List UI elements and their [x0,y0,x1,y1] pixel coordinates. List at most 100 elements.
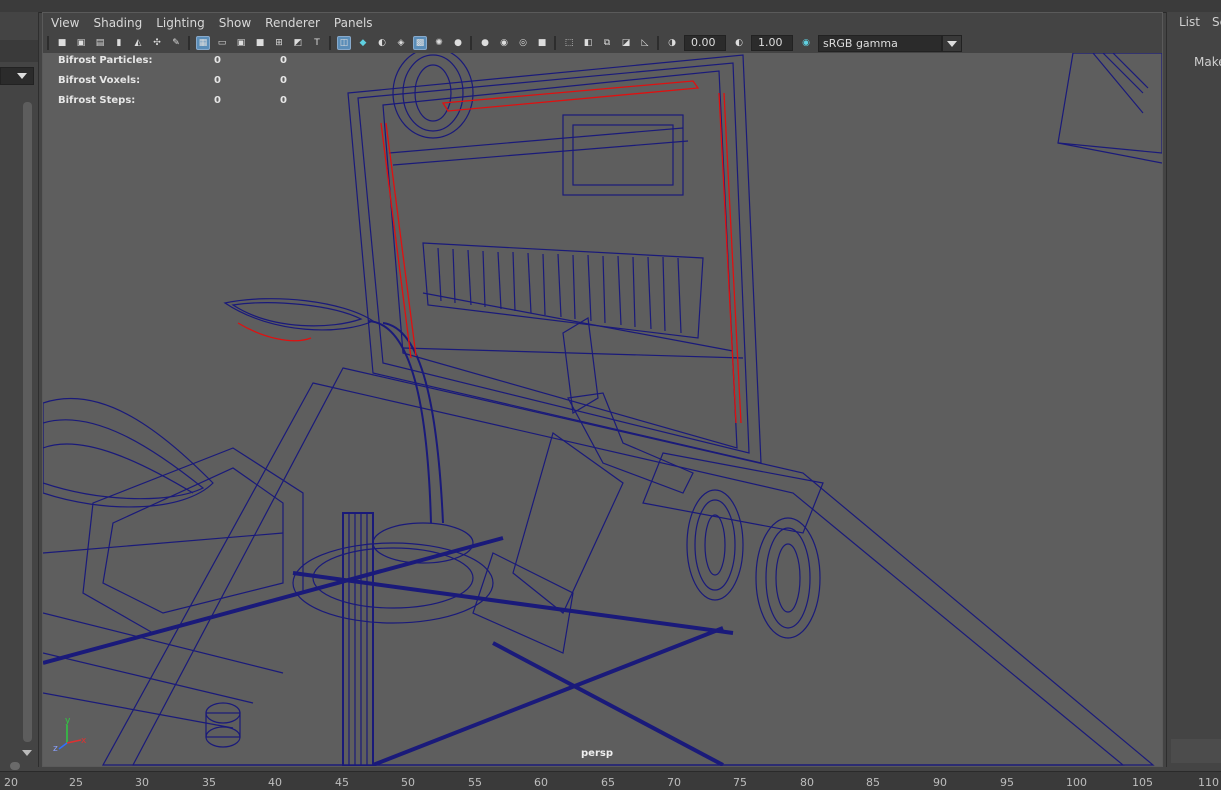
timeline-tick: 65 [601,776,615,789]
horizontal-scroll-handle[interactable] [10,762,20,770]
timeline-tick: 25 [69,776,83,789]
screen-space-ao-icon[interactable]: ● [478,36,492,50]
hud-row: Bifrost Particles: 0 0 [58,55,287,75]
bookmark-icon[interactable]: ▮ [112,36,126,50]
grease-pencil-icon[interactable]: ✎ [169,36,183,50]
exposure-field[interactable]: 0.00 [684,35,726,51]
axis-z-label: z [53,744,58,753]
field-chart-icon[interactable]: ⊞ [272,36,286,50]
right-panel-footer [1171,739,1221,763]
timeline-tick: 70 [667,776,681,789]
xray-active-icon[interactable]: ⧉ [600,36,614,50]
menu-view[interactable]: View [51,16,79,30]
left-panel-header [0,40,38,62]
3d-viewport[interactable]: Bifrost Particles: 0 0 Bifrost Voxels: 0… [43,53,1162,766]
hud-label: Bifrost Steps: [58,95,136,106]
hud-row: Bifrost Voxels: 0 0 [58,75,287,95]
scroll-down-icon[interactable] [22,750,32,756]
motion-blur-icon[interactable]: ◉ [497,36,511,50]
grid-icon[interactable]: ▦ [196,36,210,50]
default-material-icon[interactable]: ◐ [375,36,389,50]
xray-icon[interactable]: ▩ [413,36,427,50]
image-plane-icon[interactable]: ◭ [131,36,145,50]
time-slider[interactable]: 20 25 30 35 40 45 50 55 60 65 70 75 80 8… [0,771,1221,790]
gate-mask-icon[interactable]: ■ [253,36,267,50]
timeline-tick: 90 [933,776,947,789]
timeline-tick: 85 [866,776,880,789]
timeline-tick: 20 [4,776,18,789]
list-menu[interactable]: List [1179,15,1200,29]
hud-value: 0 [280,75,287,86]
depth-of-field-icon[interactable]: ■ [535,36,549,50]
timeline-tick: 55 [468,776,482,789]
use-all-lights-icon[interactable]: ✺ [432,36,446,50]
safe-title-icon[interactable]: T [310,36,324,50]
isolate-select-icon[interactable]: ⬚ [562,36,576,50]
timeline-tick: 80 [800,776,814,789]
camera-attributes-icon[interactable]: ▣ [74,36,88,50]
hud-value: 0 [214,55,221,66]
xray-joints-icon[interactable]: ◧ [581,36,595,50]
select-camera-icon[interactable]: ■ [55,36,69,50]
2d-pan-zoom-icon[interactable]: ✣ [150,36,164,50]
make-label[interactable]: Make [1194,55,1221,69]
hud-value: 0 [214,95,221,106]
timeline-tick: 45 [335,776,349,789]
wireframe-on-shaded-icon[interactable]: ◈ [394,36,408,50]
menu-renderer[interactable]: Renderer [265,16,320,30]
axis-y-label: y [65,716,71,726]
timeline-tick: 75 [733,776,747,789]
axis-x-label: x [81,736,87,746]
wireframe-scene [43,53,1162,766]
menu-shading[interactable]: Shading [93,16,142,30]
viewport-panel: View Shading Lighting Show Renderer Pane… [42,12,1163,767]
film-gate-icon[interactable]: ▭ [215,36,229,50]
left-panel [0,12,39,770]
menu-show[interactable]: Show [219,16,251,30]
left-scrollbar[interactable] [23,102,32,742]
viewport-toolbar: ■ ▣ ▤ ▮ ◭ ✣ ✎ ▦ ▭ ▣ ■ ⊞ ◩ T ◫ ◆ ◐ ◈ ▩ ✺ … [43,33,1162,53]
timeline-tick: 30 [135,776,149,789]
toolbar-separator [470,36,472,50]
se-menu[interactable]: Se [1212,15,1221,29]
toolbar-separator [329,36,331,50]
timeline-tick: 35 [202,776,216,789]
chevron-down-icon[interactable] [942,34,962,52]
hud-row: Bifrost Steps: 0 0 [58,95,287,115]
menu-lighting[interactable]: Lighting [156,16,205,30]
timeline-tick: 110 [1198,776,1219,789]
hud-value: 0 [214,75,221,86]
color-management-icon[interactable]: ◉ [799,36,813,50]
color-space-select[interactable]: sRGB gamma [818,34,942,52]
hud-label: Bifrost Particles: [58,55,153,66]
hud-value: 0 [280,95,287,106]
shadows-icon[interactable]: ● [451,36,465,50]
timeline-tick: 40 [268,776,282,789]
menu-panels[interactable]: Panels [334,16,373,30]
gamma-icon[interactable]: ◐ [732,36,746,50]
gamma-field[interactable]: 1.00 [751,35,793,51]
hud-display: Bifrost Particles: 0 0 Bifrost Voxels: 0… [58,55,287,115]
hud-label: Bifrost Voxels: [58,75,141,86]
timeline-tick: 50 [401,776,415,789]
timeline-tick: 105 [1132,776,1153,789]
safe-action-icon[interactable]: ◩ [291,36,305,50]
right-panel: List Se Make [1166,12,1221,767]
exposure-icon[interactable]: ◑ [665,36,679,50]
frame-all-icon[interactable]: ◺ [638,36,652,50]
timeline-tick: 100 [1066,776,1087,789]
smooth-shade-icon[interactable]: ◆ [356,36,370,50]
camera-label: persp [581,748,613,759]
resolution-gate-icon[interactable]: ▣ [234,36,248,50]
toolbar-separator [47,36,49,50]
toolbar-separator [657,36,659,50]
viewport-menubar: View Shading Lighting Show Renderer Pane… [43,13,1162,33]
view-axis-icon: y x z [53,716,87,753]
bookmark-camera-icon[interactable]: ▤ [93,36,107,50]
toolbar-separator [188,36,190,50]
timeline-tick: 60 [534,776,548,789]
backface-culling-icon[interactable]: ◪ [619,36,633,50]
multisample-aa-icon[interactable]: ◎ [516,36,530,50]
wireframe-icon[interactable]: ◫ [337,36,351,50]
chevron-down-icon[interactable] [17,73,27,79]
